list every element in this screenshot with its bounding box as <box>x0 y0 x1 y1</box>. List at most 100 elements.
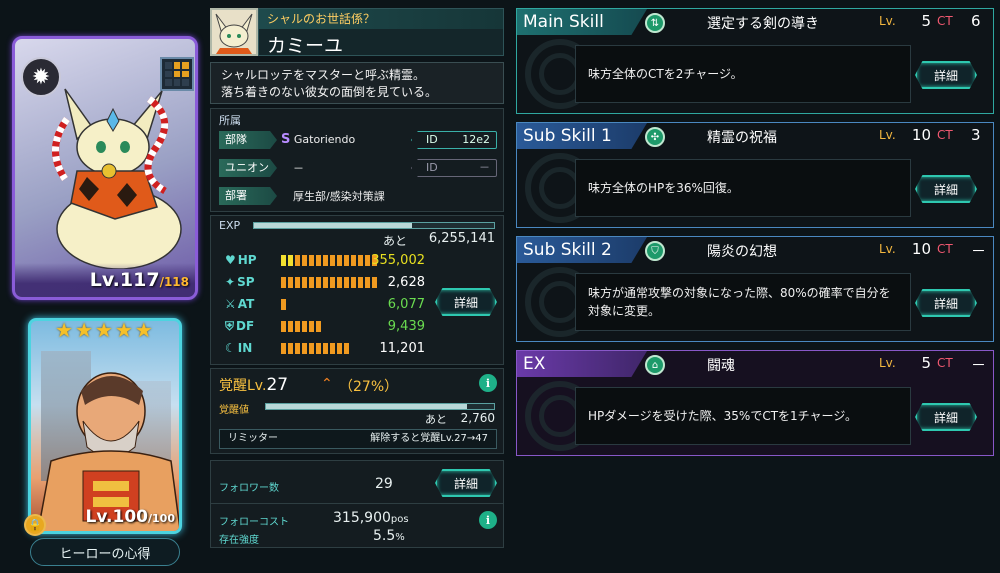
skill-level-value: 5 <box>921 354 931 372</box>
lock-icon[interactable]: 🔒 <box>24 514 46 536</box>
skill-name: 精霊の祝福 <box>707 130 777 146</box>
skill-level-label: Lv. <box>879 356 896 370</box>
skill-detail-button[interactable]: 詳細 <box>915 403 977 431</box>
character-description: シャルロッテをマスターと呼ぶ精霊。 落ち着きのない彼女の面倒を見ている。 <box>210 62 504 104</box>
gauge-segment <box>309 255 314 266</box>
hero-card[interactable]: Lv.100/100 <box>28 318 182 534</box>
skill-detail-button[interactable]: 詳細 <box>915 175 977 203</box>
character-portrait <box>210 8 258 56</box>
awakening-rank-icon: ⌃ <box>321 376 333 392</box>
info-icon[interactable]: i <box>479 511 497 529</box>
department-value: 厚生部/感染対策課 <box>293 190 385 203</box>
skill-ct-label: CT <box>937 128 953 142</box>
skill-card: Sub Skill 2 ⛉ 陽炎の幻想 Lv. 10 CT － 味方が通常攻撃の対象になった際… <box>516 236 994 342</box>
exp-remaining-value: 6,255,141 <box>428 231 495 246</box>
gauge-segment <box>302 277 307 288</box>
skill-type: Sub Skill 1 <box>517 123 647 149</box>
awakening-percent-value: 27% <box>353 379 385 395</box>
follow-cost-unit: pos <box>390 514 409 525</box>
skill-type-icon: ⌂ <box>645 355 665 375</box>
stats-detail-button[interactable]: 詳細 <box>435 288 497 316</box>
character-card[interactable]: ✹ Lv.117/118 <box>12 36 198 300</box>
gauge-segment <box>295 343 300 354</box>
exp-remaining-label: あと <box>383 234 408 248</box>
shield-icon: ⛨ <box>225 319 235 333</box>
squad-label: 部隊 <box>219 131 277 149</box>
skill-card: Main Skill ⇅ 選定する剣の導き Lv. 5 CT 6 味方全体のCTを2チャージ。… <box>516 8 994 114</box>
squad-value[interactable]: S Gatoriendo <box>281 132 355 147</box>
followers-label: フォロワー数 <box>219 483 279 494</box>
gauge-segment <box>288 277 293 288</box>
gauge-segment <box>295 255 300 266</box>
moon-icon: ☾ <box>225 341 236 355</box>
awakening-label: 覚醒Lv. <box>219 378 267 394</box>
limiter-value: 解除すると覚醒Lv.27→47 <box>370 433 488 444</box>
skill-ct-value: 3 <box>971 126 981 144</box>
gauge-segment <box>309 277 314 288</box>
limiter-label: リミッター <box>228 433 278 444</box>
hero-level: Lv.100/100 <box>86 507 175 527</box>
star-icon: ★ <box>134 318 153 342</box>
gauge-segment <box>295 321 300 332</box>
description-line: シャルロッテをマスターと呼ぶ精霊。 <box>221 68 426 82</box>
hero-level-max: /100 <box>148 512 175 525</box>
gauge-segment <box>281 299 286 310</box>
stat-value: 9,439 <box>387 319 425 334</box>
skill-description-text: HPダメージを受けた際、35%でCTを1チャージ。 <box>588 409 857 423</box>
awakening-value-label: 覚醒値 <box>219 405 249 416</box>
stat-label: ⚔ AT <box>225 297 254 311</box>
gauge-segment <box>323 277 328 288</box>
stat-gauge <box>281 321 321 332</box>
strength: 5.5% <box>373 528 405 544</box>
gauge-segment <box>316 277 321 288</box>
skill-detail-button[interactable]: 詳細 <box>915 61 977 89</box>
awakening-remaining-label: あと <box>425 413 447 426</box>
skill-level-label: Lv. <box>879 128 896 142</box>
gauge-segment <box>281 343 286 354</box>
stat-label-text: AT <box>237 297 255 311</box>
stat-value: 355,002 <box>371 253 425 268</box>
department-label: 部署 <box>219 187 277 205</box>
gauge-segment <box>295 277 300 288</box>
limiter-row[interactable]: リミッター 解除すると覚醒Lv.27→47 <box>219 429 497 449</box>
union-id-tag: ID － <box>411 159 497 177</box>
gauge-segment <box>288 255 293 266</box>
gauge-segment <box>302 321 307 332</box>
sparkle-icon: ✦ <box>225 275 236 289</box>
strength-value: 5.5 <box>373 528 396 544</box>
stat-label: ✦ SP <box>225 275 255 289</box>
star-icon: ★ <box>95 318 113 342</box>
stat-row-in: ☾ IN 11,201 <box>219 340 431 358</box>
description-line: 落ち着きのない彼女の面倒を見ている。 <box>221 85 438 99</box>
stat-label-text: IN <box>237 341 253 355</box>
gauge-segment <box>281 255 286 266</box>
skill-card: Sub Skill 1 ✣ 精霊の祝福 Lv. 10 CT 3 味方全体のHPを36%回復。 詳… <box>516 122 994 228</box>
portrait-illustration <box>212 10 256 54</box>
followers-value: 29 <box>375 476 393 492</box>
affiliation-header: 所属 <box>219 114 241 127</box>
spirit-illustration <box>52 88 182 269</box>
divider <box>211 503 503 504</box>
stat-gauge <box>281 343 349 354</box>
star-icon: ★ <box>55 318 74 342</box>
character-subtitle: シャルのお世話係？ <box>259 9 503 29</box>
followers-detail-button[interactable]: 詳細 <box>435 469 497 497</box>
stat-value: 6,077 <box>387 297 425 312</box>
skill-detail-button[interactable]: 詳細 <box>915 289 977 317</box>
gauge-segment <box>288 321 293 332</box>
awakening-level: 覚醒Lv.27 <box>219 375 288 395</box>
follow-cost-value: 315,900 <box>333 510 391 526</box>
skill-type-icon: ✣ <box>645 127 665 147</box>
stat-label-text: DF <box>236 319 255 333</box>
gauge-segment <box>302 255 307 266</box>
hero-tips-button[interactable]: ヒーローの心得 <box>30 538 180 566</box>
skill-name: 選定する剣の導き <box>707 16 819 32</box>
skill-type-icon: ⇅ <box>645 13 665 33</box>
info-icon[interactable]: i <box>479 374 497 392</box>
gauge-segment <box>337 255 342 266</box>
star-icon: ★ <box>75 318 94 342</box>
character-level: Lv.117/118 <box>90 269 189 291</box>
stat-value: 2,628 <box>387 275 425 290</box>
skill-description-text: 味方が通常攻撃の対象になった際、80%の確率で自分を対象に変更。 <box>588 286 891 318</box>
skill-level-label: Lv. <box>879 242 896 256</box>
